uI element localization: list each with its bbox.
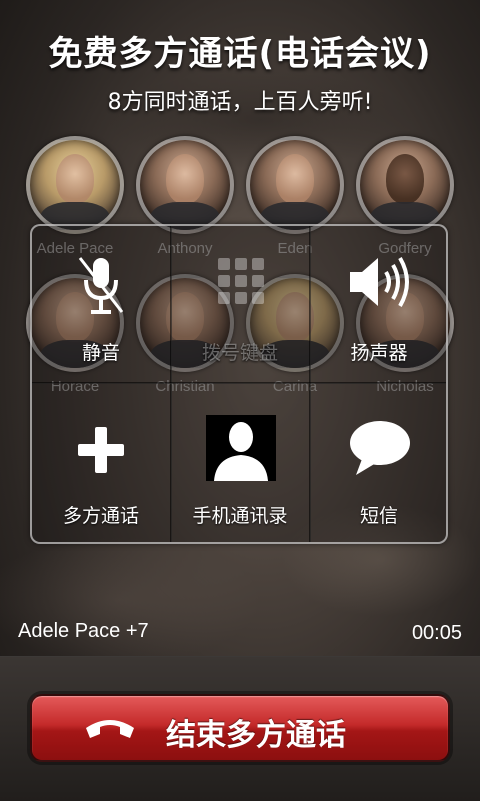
keypad-label: 拨号键盘	[201, 342, 278, 364]
sms-button[interactable]: 短信	[310, 383, 448, 539]
avatar	[136, 136, 234, 234]
mute-label: 静音	[81, 342, 120, 364]
plus-icon	[76, 425, 126, 479]
page-title: 免费多方通话(电话会议)	[48, 34, 432, 74]
mute-button[interactable]: 静音	[32, 226, 170, 382]
chat-bubble-icon	[348, 419, 412, 481]
hang-up-icon	[84, 714, 136, 748]
speaker-icon	[348, 254, 414, 314]
contact-icon	[206, 415, 276, 485]
sms-label: 短信	[359, 505, 398, 527]
add-call-label: 多方通话	[62, 505, 139, 527]
add-call-button[interactable]: 多方通话	[32, 383, 170, 539]
end-call-label: 结束多方通话	[166, 718, 346, 753]
keypad-icon	[216, 256, 266, 310]
avatar	[26, 136, 124, 234]
page-subtitle: 8方同时通话，上百人旁听!	[107, 90, 373, 115]
contacts-label: 手机通讯录	[192, 505, 288, 527]
end-call-button[interactable]: 结束多方通话	[30, 694, 450, 762]
caller-name: Adele Pace +7	[18, 620, 149, 642]
speaker-button[interactable]: 扬声器	[310, 226, 448, 382]
keypad-button[interactable]: 拨号键盘	[171, 226, 309, 382]
avatar	[356, 136, 454, 234]
mic-off-icon	[76, 254, 126, 322]
call-controls-panel: 静音 拨号键盘 扬声器 多方通话 手机通讯录 短信	[30, 224, 448, 544]
avatar	[246, 136, 344, 234]
call-status-bar: Adele Pace +7 00:05	[0, 612, 480, 656]
speaker-label: 扬声器	[350, 342, 408, 364]
contacts-button[interactable]: 手机通讯录	[171, 383, 309, 539]
call-duration: 00:05	[411, 622, 462, 644]
